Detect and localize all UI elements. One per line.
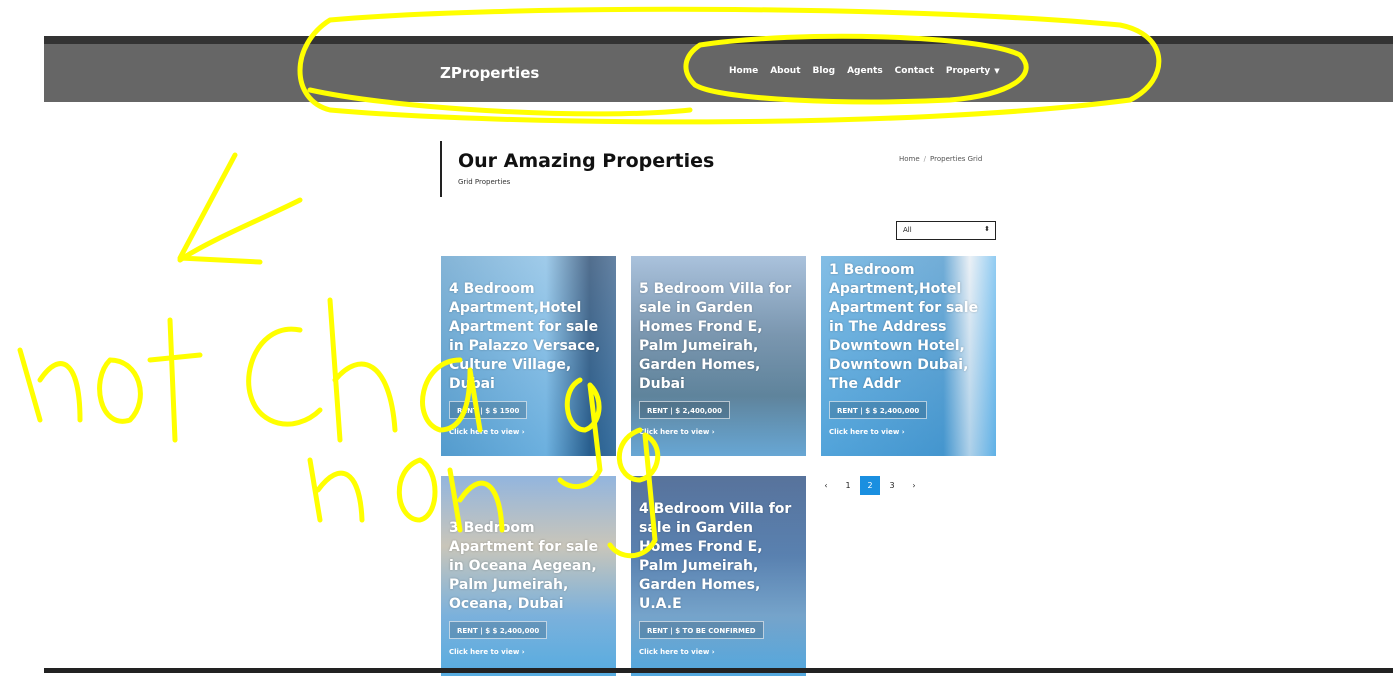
page-subtitle: Grid Properties xyxy=(458,178,511,186)
main-nav: Home About Blog Agents Contact Property ▼ xyxy=(729,66,1012,76)
chevron-right-icon: › xyxy=(711,648,715,656)
property-card[interactable]: 3 Bedroom Apartment for sale in Oceana A… xyxy=(441,476,616,676)
chevron-right-icon: › xyxy=(521,648,525,656)
brand-logo[interactable]: ZProperties xyxy=(440,64,539,82)
view-link[interactable]: Click here to view › xyxy=(449,428,525,436)
property-title: 3 Bedroom Apartment for sale in Oceana A… xyxy=(449,520,599,612)
view-link-label: Click here to view xyxy=(639,648,710,656)
property-card[interactable]: 4 Bedroom Apartment,Hotel Apartment for … xyxy=(441,256,616,456)
breadcrumb-current: Properties Grid xyxy=(930,155,983,163)
price-badge: RENT | $ $ 1500 xyxy=(449,401,528,419)
property-title: 1 Bedroom Apartment,Hotel Apartment for … xyxy=(829,262,979,392)
chevron-right-icon: › xyxy=(901,428,905,436)
chevron-right-icon: › xyxy=(521,428,525,436)
page-link[interactable]: 1 xyxy=(838,476,858,495)
view-link[interactable]: Click here to view › xyxy=(639,648,715,656)
annotation-arrow xyxy=(177,152,303,265)
page-link[interactable]: 3 xyxy=(882,476,902,495)
pagination: ‹ 1 2 3 › xyxy=(816,476,926,495)
top-strip xyxy=(44,36,1393,44)
price-badge: RENT | $ $ 2,400,000 xyxy=(829,401,928,419)
view-link[interactable]: Click here to view › xyxy=(449,648,525,656)
nav-property-label: Property xyxy=(945,66,991,76)
breadcrumb-separator: / xyxy=(923,155,927,163)
property-card[interactable]: 1 Bedroom Apartment,Hotel Apartment for … xyxy=(821,256,996,456)
nav-contact[interactable]: Contact xyxy=(895,66,934,76)
view-link-label: Click here to view xyxy=(449,648,520,656)
property-card[interactable]: 5 Bedroom Villa for sale in Garden Homes… xyxy=(631,256,806,456)
nav-home[interactable]: Home xyxy=(729,66,758,76)
nav-property-dropdown[interactable]: Property ▼ xyxy=(946,66,1000,76)
property-title: 4 Bedroom Apartment,Hotel Apartment for … xyxy=(449,281,601,392)
chevron-right-icon: › xyxy=(711,428,715,436)
property-title: 5 Bedroom Villa for sale in Garden Homes… xyxy=(639,281,792,392)
page-link-active[interactable]: 2 xyxy=(860,476,880,495)
view-link-label: Click here to view xyxy=(449,428,520,436)
next-page-icon[interactable]: › xyxy=(904,476,924,495)
nav-agents[interactable]: Agents xyxy=(847,66,883,76)
bottom-bar xyxy=(44,668,1393,673)
filter-select-value: All xyxy=(903,226,912,234)
navbar xyxy=(44,44,1393,102)
page-title: Our Amazing Properties xyxy=(458,150,715,172)
property-title: 4 Bedroom Villa for sale in Garden Homes… xyxy=(639,501,792,612)
select-arrows-icon: ⬍ xyxy=(984,225,990,233)
page-heading: Our Amazing Properties Grid Properties xyxy=(440,141,740,197)
breadcrumb-home[interactable]: Home xyxy=(899,155,920,163)
view-link-label: Click here to view xyxy=(639,428,710,436)
breadcrumb: Home / Properties Grid xyxy=(899,155,982,163)
price-badge: RENT | $ $ 2,400,000 xyxy=(449,621,548,639)
nav-about[interactable]: About xyxy=(770,66,800,76)
caret-down-icon: ▼ xyxy=(994,67,1000,75)
view-link-label: Click here to view xyxy=(829,428,900,436)
price-badge: RENT | $ 2,400,000 xyxy=(639,401,730,419)
filter-select[interactable]: All ⬍ xyxy=(896,221,996,240)
property-card[interactable]: 4 Bedroom Villa for sale in Garden Homes… xyxy=(631,476,806,676)
annotation-text-not xyxy=(17,317,203,443)
nav-blog[interactable]: Blog xyxy=(813,66,836,76)
view-link[interactable]: Click here to view › xyxy=(639,428,715,436)
view-link[interactable]: Click here to view › xyxy=(829,428,905,436)
prev-page-icon[interactable]: ‹ xyxy=(816,476,836,495)
price-badge: RENT | $ TO BE CONFIRMED xyxy=(639,621,764,639)
